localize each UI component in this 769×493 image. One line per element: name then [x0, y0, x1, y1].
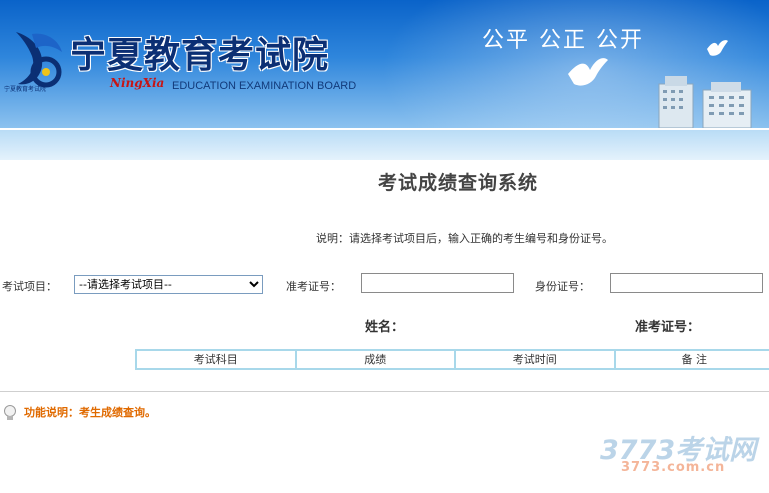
id-number-input[interactable]: [610, 273, 763, 293]
column-header: 成绩: [297, 351, 456, 368]
nav-strip: [0, 128, 769, 160]
results-table-header: 考试科目 成绩 考试时间 备 注: [135, 349, 769, 370]
id-number-label: 身份证号：: [535, 280, 590, 293]
exam-ticket-label: 准考证号：: [286, 280, 341, 293]
logo-caption: 宁夏教育考试院: [4, 86, 47, 93]
buildings-icon: [658, 76, 752, 128]
system-title: 考试成绩查询系统: [378, 172, 539, 194]
divider: [0, 391, 769, 392]
exam-item-label: 考试项目：: [2, 280, 57, 293]
header-banner: 宁夏教育考试院 宁夏教育考试院 NingXia EDUCATION EXAMIN…: [0, 0, 769, 128]
watermark-url: 3773.com.cn: [621, 460, 726, 475]
pinyin-logo: NingXia: [110, 76, 165, 90]
dove-icon-small: [707, 40, 728, 56]
lightbulb-icon: [4, 405, 16, 420]
exam-item-select[interactable]: --请选择考试项目--: [74, 275, 263, 294]
result-name-label: 姓名：: [365, 320, 405, 335]
column-header: 考试时间: [456, 351, 616, 368]
result-ticket-label: 准考证号：: [635, 320, 701, 335]
column-header: 备 注: [681, 353, 708, 366]
instructions: 说明：请选择考试项目后，输入正确的考生编号和身份证号。: [316, 232, 613, 245]
dove-icon: [568, 58, 608, 86]
exam-ticket-input[interactable]: [361, 273, 514, 293]
site-title: 宁夏教育考试院: [70, 34, 330, 76]
slogan: 公平 公正 公开: [482, 28, 644, 53]
function-note: 功能说明：考生成绩查询。: [24, 406, 156, 419]
english-name: EDUCATION EXAMINATION BOARD: [172, 80, 357, 92]
column-header: 考试科目: [137, 351, 297, 368]
